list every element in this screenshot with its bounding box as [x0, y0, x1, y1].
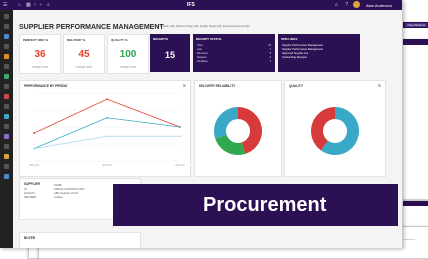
series-line	[33, 135, 180, 150]
sidebar-item-inventory[interactable]	[4, 74, 9, 79]
supplier-field-delivery: DELIVERY	[24, 196, 37, 199]
kpi-value: 45	[78, 49, 90, 60]
donut-slice	[214, 107, 238, 139]
spm-link[interactable]: Supplier Performance Management	[282, 48, 323, 51]
sidebar	[0, 10, 13, 248]
home-icon[interactable]: ⌂	[18, 2, 21, 8]
supplier-name-line: Lindsey	[54, 196, 63, 199]
series-line	[33, 98, 181, 134]
sidebar-item-favorites[interactable]	[4, 24, 9, 29]
brand-logo: IFS	[187, 1, 195, 8]
status-row-count: 2	[269, 56, 271, 59]
kpi-delivery[interactable]: DELIVERY % 45 TARGET 90%	[63, 34, 105, 74]
x-tick-label: 2021-10	[175, 163, 185, 167]
supplier-title: SUPPLIER	[24, 182, 40, 186]
receipt-status-card[interactable]: RECEIPT STATUS Total 15 Late 7 Received …	[193, 34, 275, 72]
data-point	[179, 126, 181, 128]
receipts-card[interactable]: RECEIPTS 15	[150, 34, 190, 72]
back-icon[interactable]: ‹	[34, 2, 36, 8]
spm-link[interactable]: Approved Supplier List	[282, 52, 308, 55]
data-point	[33, 132, 35, 135]
quality-panel: QUALITY ⊞	[284, 80, 386, 177]
sidebar-item-service[interactable]	[4, 114, 9, 119]
status-row-count: 5	[269, 52, 271, 55]
receipt-status-label: RECEIPT STATUS	[196, 37, 222, 41]
kpi-label: DELIVERY %	[67, 38, 86, 42]
sidebar-item-navigator[interactable]	[4, 14, 9, 19]
sidebar-item-lobbies[interactable]	[4, 154, 9, 159]
performance-panel: PERFORMANCE BY PERIOD ⊞ 2021-04 2021-07 20…	[19, 80, 191, 177]
menu-icon[interactable]: ☰	[3, 2, 7, 8]
buyer-panel: BUYER	[19, 232, 141, 248]
buyer-title: BUYER	[24, 236, 36, 240]
avatar[interactable]	[353, 1, 360, 8]
user-name[interactable]: Alan Anderson	[366, 3, 392, 8]
sidebar-item-finance[interactable]	[4, 34, 9, 39]
search-icon[interactable]: ⌕	[47, 2, 50, 8]
status-row-name: Stopped	[197, 56, 207, 59]
status-row-name: Received	[197, 52, 208, 55]
status-row-name: Complete	[197, 60, 208, 63]
kpi-target: TARGET 90%	[119, 66, 137, 69]
data-point	[106, 135, 108, 138]
sidebar-item-setup[interactable]	[4, 164, 9, 169]
x-tick-label: 2021-04	[29, 163, 39, 167]
sidebar-item-sales[interactable]	[4, 54, 9, 59]
grid-icon[interactable]: ▦	[26, 2, 31, 8]
quality-donut-chart	[311, 107, 359, 155]
background-window-header-2	[399, 39, 428, 45]
spm-links-label: SPM LINKS	[281, 37, 298, 41]
sidebar-item-maintenance[interactable]	[4, 94, 9, 99]
delivery-panel: DELIVERY RELIABILITY	[194, 80, 282, 177]
kpi-label: QUALITY %	[111, 38, 128, 42]
delivery-donut-chart	[214, 107, 262, 155]
top-bar: ☰ ⌂ ▦ ‹ › ⌕ IFS ♫ ? Alan Anderson	[0, 0, 402, 10]
sidebar-item-procurement[interactable]	[4, 44, 9, 49]
sidebar-item-projects[interactable]	[4, 64, 9, 69]
kpi-perfect-order[interactable]: PERFECT ORD % 36 TARGET 95%	[19, 34, 61, 74]
spm-link[interactable]: Supplier Performance Management	[282, 44, 323, 47]
sidebar-item-hr[interactable]	[4, 104, 9, 109]
notifications-icon[interactable]: ♫	[334, 2, 338, 8]
supplier-name-line: AMPLE CONSTRUCTION	[54, 188, 85, 191]
status-row-count: 15	[268, 44, 271, 47]
kpi-target: TARGET 95%	[31, 66, 49, 69]
receipts-label: RECEIPTS	[153, 37, 169, 41]
procurement-banner: Procurement	[113, 184, 398, 226]
status-row-name: Late	[197, 48, 202, 51]
data-point	[33, 147, 35, 150]
performance-line-chart: 2021-04 2021-07 2021-10	[29, 92, 185, 167]
supplier-field-quality: QUALITY	[24, 192, 36, 195]
help-icon[interactable]: ?	[345, 2, 348, 8]
forward-icon[interactable]: ›	[40, 2, 42, 8]
kpi-label: PERFECT ORD %	[23, 38, 49, 42]
kpi-value: 36	[34, 49, 46, 60]
x-tick-label: 2021-07	[102, 163, 112, 167]
data-point	[106, 116, 108, 119]
sidebar-item-documents[interactable]	[4, 144, 9, 149]
data-point	[106, 98, 108, 101]
status-row-count: 7	[269, 48, 271, 51]
sidebar-item-solution-manager[interactable]	[4, 174, 9, 179]
donut-slice	[215, 134, 246, 155]
data-point	[179, 135, 181, 138]
kpi-quality[interactable]: QUALITY % 100 TARGET 90%	[107, 34, 149, 74]
page-filters[interactable]: Purchaser (I): Site (All): Supplier (All…	[132, 25, 250, 28]
kpi-target: TARGET 90%	[75, 66, 93, 69]
status-row-name: Total	[197, 44, 203, 47]
supplier-name-label: NAME	[54, 184, 62, 187]
supplier-name-line: ABC Supplies Ltd 42	[54, 192, 78, 195]
sidebar-item-manufacturing[interactable]	[4, 84, 9, 89]
kpi-value: 100	[119, 49, 137, 60]
supplier-field-id: ID	[24, 188, 27, 191]
banner-text: Procurement	[203, 194, 327, 216]
status-row-count: 1	[269, 60, 271, 63]
new-window-chip[interactable]: New Window	[405, 23, 427, 27]
spm-links-card: SPM LINKS Supplier Performance Managemen…	[278, 34, 360, 72]
sidebar-item-quality[interactable]	[4, 124, 9, 129]
receipts-value: 15	[164, 50, 175, 60]
spm-link[interactable]: Outstanding Receipts	[282, 56, 307, 59]
sidebar-item-reports[interactable]	[4, 134, 9, 139]
